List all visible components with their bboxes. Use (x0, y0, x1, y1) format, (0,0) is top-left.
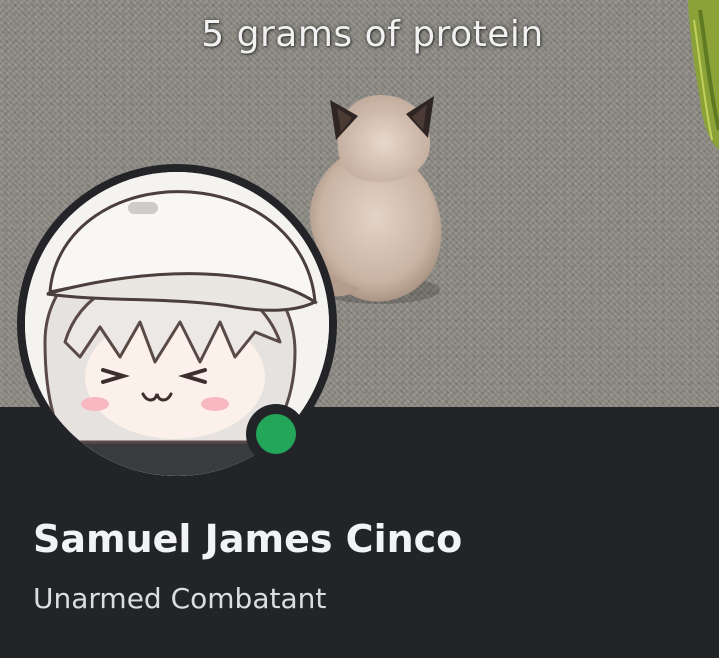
user-subtitle: Unarmed Combatant (33, 582, 327, 615)
profile-card: 5 grams of protein Samuel James Cinco Un… (0, 0, 719, 658)
display-name: Samuel James Cinco (33, 517, 463, 561)
online-status-icon (256, 414, 296, 454)
banner-caption: 5 grams of protein (201, 14, 544, 55)
